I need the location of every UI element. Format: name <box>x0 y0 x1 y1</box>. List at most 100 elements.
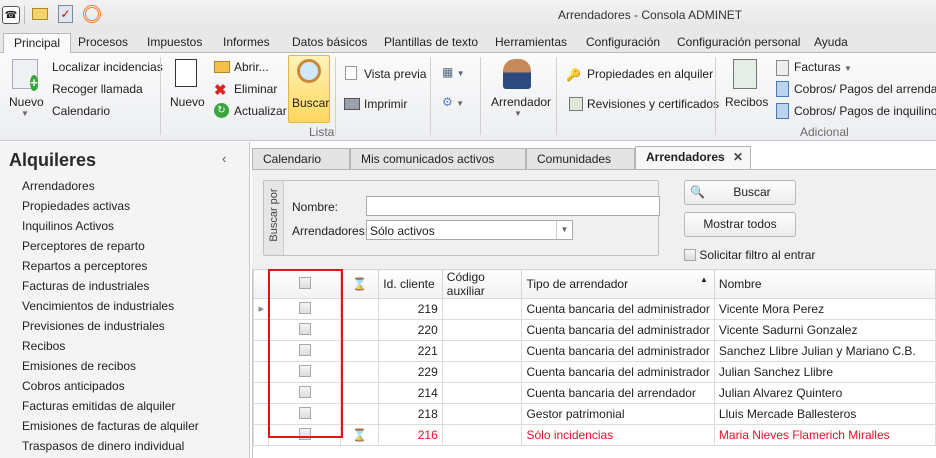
highlight-box <box>268 269 343 438</box>
table-row[interactable]: 221 Cuenta bancaria del administrador Sa… <box>252 340 936 362</box>
propiedades-alquiler-button[interactable]: Propiedades en alquiler <box>587 67 713 81</box>
chevron-down-icon[interactable]: ▼ <box>556 221 572 239</box>
sidebar-item[interactable]: Repartos a perceptores <box>22 259 147 273</box>
sidebar-item[interactable]: Previsiones de industriales <box>22 319 165 333</box>
sidebar-item[interactable]: Cobros anticipados <box>22 379 125 393</box>
arrendadores-grid: ⌛ Id. cliente Código auxiliar Tipo de ar… <box>252 269 936 458</box>
tab-impuestos[interactable]: Impuestos <box>147 33 202 53</box>
landlord-key-icon <box>503 59 531 89</box>
signal-icon[interactable] <box>83 5 101 23</box>
row-indicator-header <box>252 269 270 299</box>
app-icon[interactable]: ☎ <box>2 6 20 24</box>
sidebar-item[interactable]: Perceptores de reparto <box>22 239 145 253</box>
vista-previa-button[interactable]: Vista previa <box>364 67 426 81</box>
solicitar-filtro-label: Solicitar filtro al entrar <box>699 248 816 262</box>
tab-herramientas[interactable]: Herramientas <box>495 33 567 53</box>
row-indicator[interactable] <box>252 382 270 404</box>
cell-nombre: Sanchez Llibre Julian y Mariano C.B. <box>713 340 936 362</box>
sidebar-item[interactable]: Propiedades activas <box>22 199 130 213</box>
row-indicator[interactable] <box>252 361 270 383</box>
imprimir-button[interactable]: Imprimir <box>364 97 407 111</box>
sidebar-title: Alquileres <box>9 150 97 170</box>
facturas-dropdown[interactable]: Facturas ▼ <box>794 60 852 74</box>
row-indicator[interactable] <box>252 319 270 341</box>
doc-tab-arrendadores[interactable]: Arrendadores ✕ <box>635 146 751 170</box>
table-row[interactable]: ⌛ 216 Sólo incidencias Maria Nieves Flam… <box>252 424 936 446</box>
clipboard-check-icon[interactable]: ✓ <box>58 5 73 23</box>
revisiones-certificados-button[interactable]: Revisiones y certificados <box>587 97 719 111</box>
col-codigo-auxiliar[interactable]: Código auxiliar <box>441 269 523 299</box>
close-icon[interactable]: ✕ <box>733 150 743 164</box>
row-indicator[interactable]: ▶ <box>252 298 270 320</box>
tab-datos-basicos[interactable]: Datos básicos <box>292 33 367 53</box>
row-indicator[interactable] <box>252 424 270 446</box>
buscar-ribbon-button[interactable]: Buscar <box>288 55 330 123</box>
table-row[interactable]: 218 Gestor patrimonial Lluis Mercade Bal… <box>252 403 936 425</box>
printer-icon <box>344 98 360 110</box>
mostrar-todos-button[interactable]: Mostrar todos <box>684 212 796 237</box>
actualizar-button[interactable]: Actualizar <box>234 104 287 118</box>
buscar-button[interactable]: 🔍 Buscar <box>684 180 796 205</box>
cell-id: 221 <box>378 340 443 362</box>
localizar-incidencias-button[interactable]: Localizar incidencias <box>52 60 163 74</box>
tab-principal[interactable]: Principal <box>3 33 72 54</box>
buscar-label: Buscar <box>292 96 330 110</box>
sidebar-item[interactable]: Recibos <box>22 339 65 353</box>
tab-configuracion-personal[interactable]: Configuración personal <box>677 33 800 53</box>
table-layout-dropdown[interactable]: ▦ ▼ <box>442 65 465 79</box>
cobros-pagos-inquilinos-button[interactable]: Cobros/ Pagos de inquilinos <box>794 104 936 118</box>
cobros-pagos-arrendador-button[interactable]: Cobros/ Pagos del arrendador <box>794 82 936 96</box>
settings-gear-dropdown[interactable]: ⚙ ▼ <box>442 95 464 109</box>
sidebar-item[interactable]: Emisiones de facturas de alquiler <box>22 419 199 433</box>
cell-nombre: Julian Alvarez Quintero <box>713 382 936 404</box>
tab-informes[interactable]: Informes <box>223 33 270 53</box>
col-nombre[interactable]: Nombre <box>713 269 936 299</box>
calendario-button[interactable]: Calendario <box>52 104 110 118</box>
sidebar-item[interactable]: Traspasos de dinero individual <box>22 439 184 453</box>
row-indicator[interactable] <box>252 340 270 362</box>
sidebar-item[interactable]: Facturas de industriales <box>22 279 149 293</box>
certificate-bell-icon <box>569 97 583 111</box>
cell-codigo <box>441 424 523 446</box>
arrendador-label: Arrendador <box>491 95 552 109</box>
doc-tab-calendario[interactable]: Calendario <box>252 148 350 170</box>
arrendadores-select-value: Sólo activos <box>370 224 435 238</box>
sort-ascending-icon: ▲ <box>700 275 708 284</box>
invoice-icon <box>776 60 789 76</box>
cell-tipo: Gestor patrimonial <box>521 403 715 425</box>
recoger-llamada-button[interactable]: Recoger llamada <box>52 82 143 96</box>
doc-tab-mis-comunicados[interactable]: Mis comunicados activos <box>350 148 526 170</box>
tab-procesos[interactable]: Procesos <box>78 33 128 53</box>
cell-codigo <box>441 382 523 404</box>
nombre-input[interactable] <box>366 196 660 216</box>
tab-ayuda[interactable]: Ayuda <box>814 33 848 53</box>
solicitar-filtro-checkbox[interactable]: Solicitar filtro al entrar <box>684 248 815 262</box>
pending-hourglass-header[interactable]: ⌛ <box>339 269 380 299</box>
abrir-button[interactable]: Abrir... <box>234 60 269 74</box>
tab-configuracion[interactable]: Configuración <box>586 33 660 53</box>
sidebar-item[interactable]: Emisiones de recibos <box>22 359 136 373</box>
tab-plantillas[interactable]: Plantillas de texto <box>384 33 478 53</box>
arrendadores-select[interactable]: Sólo activos ▼ <box>366 220 573 240</box>
col-tipo-arrendador[interactable]: Tipo de arrendador ▲ <box>521 269 715 299</box>
title-bar: ☎ ✓ Arrendadores - Consola ADMINET <box>0 0 936 30</box>
sidebar-item[interactable]: Facturas emitidas de alquiler <box>22 399 175 413</box>
table-row[interactable]: 220 Cuenta bancaria del administrador Vi… <box>252 319 936 341</box>
mail-icon[interactable] <box>32 8 48 20</box>
col-id-cliente[interactable]: Id. cliente <box>378 269 443 299</box>
search-group: Buscar por Nombre: Arrendadores: Sólo ac… <box>263 180 660 256</box>
doc-tab-comunidades[interactable]: Comunidades <box>526 148 635 170</box>
row-indicator[interactable] <box>252 403 270 425</box>
sidebar-item[interactable]: Arrendadores <box>22 179 95 193</box>
cell-nombre: Maria Nieves Flamerich Miralles <box>713 424 936 446</box>
eliminar-button[interactable]: Eliminar <box>234 82 277 96</box>
sidebar-item[interactable]: Inquilinos Activos <box>22 219 114 233</box>
cell-tipo: Cuenta bancaria del arrendador <box>521 382 715 404</box>
table-row[interactable]: 229 Cuenta bancaria del administrador Ju… <box>252 361 936 383</box>
cell-tipo: Sólo incidencias <box>521 424 715 446</box>
table-row[interactable]: ▶ 219 Cuenta bancaria del administrador … <box>252 298 936 320</box>
sidebar-item[interactable]: Vencimientos de industriales <box>22 299 174 313</box>
collapse-chevron-icon[interactable]: ‹ <box>222 151 226 166</box>
table-row[interactable]: 214 Cuenta bancaria del arrendador Julia… <box>252 382 936 404</box>
calculator-person-icon <box>776 103 789 119</box>
